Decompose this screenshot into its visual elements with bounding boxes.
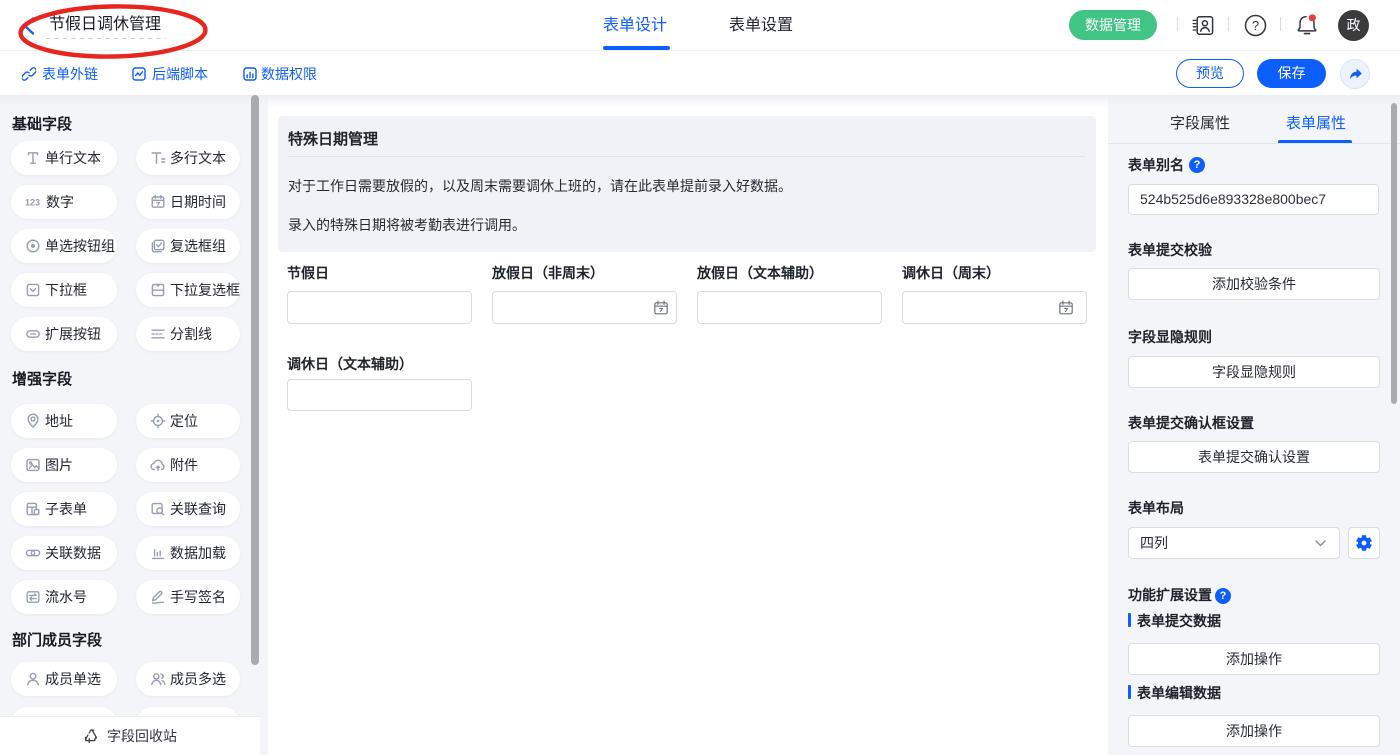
svg-text:?: ? [1252,18,1259,33]
svg-text:123: 123 [25,198,40,208]
